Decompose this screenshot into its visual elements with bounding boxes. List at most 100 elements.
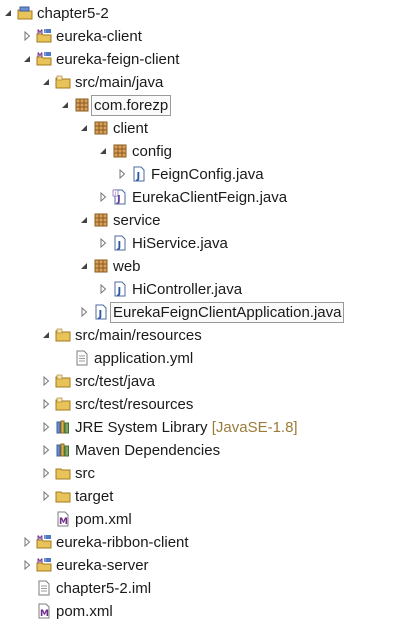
expanded-arrow-icon[interactable] [3, 8, 13, 18]
expanded-arrow-icon[interactable] [79, 215, 89, 225]
tree-node-label: config [132, 143, 173, 160]
tree-node-label: web [113, 258, 141, 275]
svg-text:M: M [37, 535, 43, 542]
package-icon [93, 120, 109, 136]
expanded-arrow-icon[interactable] [60, 100, 70, 110]
java-file-icon: J [93, 304, 109, 320]
collapsed-arrow-icon[interactable] [22, 560, 32, 570]
tree-node-label: target [75, 488, 114, 505]
tree-node-application-yml[interactable]: application.yml [0, 347, 413, 370]
tree-node-src-main-resources[interactable]: src/main/resources [0, 324, 413, 347]
svg-text:J: J [44, 29, 46, 34]
collapsed-arrow-icon[interactable] [117, 169, 127, 179]
tree-node-hiservice-java[interactable]: J HiService.java [0, 232, 413, 255]
expanded-arrow-icon[interactable] [22, 54, 32, 64]
collapsed-arrow-icon[interactable] [41, 491, 51, 501]
svg-text:i: i [115, 191, 116, 197]
svg-text:M: M [37, 558, 43, 565]
tree-node-pom-xml[interactable]: Mpom.xml [0, 508, 413, 531]
expanded-arrow-icon[interactable] [41, 77, 51, 87]
tree-node-src-test-java[interactable]: src/test/java [0, 370, 413, 393]
svg-text:J: J [44, 52, 46, 57]
svg-text:J: J [117, 286, 122, 297]
collapsed-arrow-icon[interactable] [41, 422, 51, 432]
source-folder-icon [55, 396, 71, 412]
svg-text:M: M [59, 517, 68, 527]
collapsed-arrow-icon[interactable] [98, 284, 108, 294]
svg-text:M: M [37, 52, 43, 59]
maven-project-icon: MJ [36, 28, 52, 44]
collapsed-arrow-icon[interactable] [79, 307, 89, 317]
library-icon [55, 419, 71, 435]
package-icon [93, 258, 109, 274]
tree-node-com-forezp[interactable]: com.forezp [0, 94, 413, 117]
tree-node-label: client [113, 120, 149, 137]
tree-node-web[interactable]: web [0, 255, 413, 278]
tree-node-src-test-resources[interactable]: src/test/resources [0, 393, 413, 416]
tree-node-label: src [75, 465, 95, 482]
tree-node-label: pom.xml [56, 603, 113, 620]
tree-node-label: eureka-client [56, 28, 142, 45]
tree-node-label: eureka-feign-client [56, 51, 180, 68]
tree-node-service[interactable]: service [0, 209, 413, 232]
svg-text:M: M [40, 609, 49, 619]
tree-node-feignconfig-java[interactable]: J FeignConfig.java [0, 163, 413, 186]
collapsed-arrow-icon[interactable] [22, 537, 32, 547]
collapsed-arrow-icon[interactable] [98, 238, 108, 248]
tree-node-eureka-client[interactable]: M Jeureka-client [0, 25, 413, 48]
tree-node-chapter5-2-iml[interactable]: chapter5-2.iml [0, 577, 413, 600]
collapsed-arrow-icon[interactable] [41, 445, 51, 455]
collapsed-arrow-icon[interactable] [22, 31, 32, 41]
collapsed-arrow-icon[interactable] [41, 399, 51, 409]
tree-node-maven-dependencies[interactable]: Maven Dependencies [0, 439, 413, 462]
tree-node-label: eureka-ribbon-client [56, 534, 189, 551]
expanded-arrow-icon[interactable] [41, 330, 51, 340]
library-version-decoration: [JavaSE-1.8] [207, 419, 298, 436]
tree-node-src-main-java[interactable]: src/main/java [0, 71, 413, 94]
tree-node-pom-xml[interactable]: Mpom.xml [0, 600, 413, 623]
svg-text:J: J [44, 535, 46, 540]
maven-project-icon: MJ [36, 51, 52, 67]
folder-icon [55, 488, 71, 504]
tree-node-label: src/main/java [75, 74, 164, 91]
expanded-arrow-icon[interactable] [79, 123, 89, 133]
tree-node-eureka-server[interactable]: M Jeureka-server [0, 554, 413, 577]
tree-node-eureka-feign-client[interactable]: M Jeureka-feign-client [0, 48, 413, 71]
tree-node-label: EurekaClientFeign.java [132, 189, 288, 206]
text-file-icon [74, 350, 90, 366]
tree-node-label: src/test/resources [75, 396, 194, 413]
tree-node-label: eureka-server [56, 557, 149, 574]
tree-node-src[interactable]: src [0, 462, 413, 485]
java-file-icon: J [112, 235, 128, 251]
svg-text:J: J [136, 171, 141, 182]
maven-pom-icon: M [36, 603, 52, 619]
maven-project-icon: MJ [36, 557, 52, 573]
expanded-arrow-icon[interactable] [79, 261, 89, 271]
expanded-arrow-icon[interactable] [98, 146, 108, 156]
package-icon [74, 97, 90, 113]
tree-node-target[interactable]: target [0, 485, 413, 508]
tree-node-chapter5-2[interactable]: chapter5-2 [0, 2, 413, 25]
tree-node-config[interactable]: config [0, 140, 413, 163]
tree-node-label: chapter5-2.iml [56, 580, 152, 597]
collapsed-arrow-icon[interactable] [41, 468, 51, 478]
library-icon [55, 442, 71, 458]
java-interface-file-icon: Ji [112, 189, 128, 205]
tree-node-label: service [113, 212, 161, 229]
java-file-icon: J [131, 166, 147, 182]
java-file-icon: J [112, 281, 128, 297]
tree-node-eurekaclientfeign-java[interactable]: Ji EurekaClientFeign.java [0, 186, 413, 209]
tree-node-eurekafeignclientapplication-java[interactable]: J EurekaFeignClientApplication.java [0, 301, 413, 324]
collapsed-arrow-icon[interactable] [41, 376, 51, 386]
tree-node-eureka-ribbon-client[interactable]: M Jeureka-ribbon-client [0, 531, 413, 554]
svg-text:M: M [37, 29, 43, 36]
tree-node-client[interactable]: client [0, 117, 413, 140]
tree-node-label: JRE System Library [JavaSE-1.8] [75, 419, 298, 436]
text-file-icon [36, 580, 52, 596]
working-set-icon [17, 5, 33, 21]
tree-node-jre-system-library[interactable]: JRE System Library [JavaSE-1.8] [0, 416, 413, 439]
svg-text:J: J [98, 309, 103, 320]
collapsed-arrow-icon[interactable] [98, 192, 108, 202]
tree-node-hicontroller-java[interactable]: J HiController.java [0, 278, 413, 301]
svg-text:J: J [117, 240, 122, 251]
